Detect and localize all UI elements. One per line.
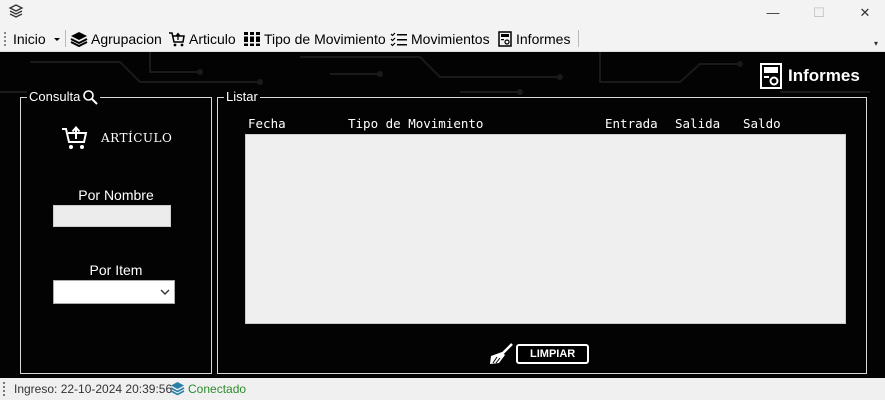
- cart-icon: [169, 31, 185, 46]
- por-nombre-label: Por Nombre: [78, 187, 154, 203]
- menu-separator: [578, 30, 579, 47]
- consulta-legend-text: Consulta: [29, 89, 81, 104]
- listar-legend-text: Listar: [226, 89, 258, 104]
- menu-agrupacion[interactable]: Agrupacion: [70, 25, 162, 52]
- search-icon: [83, 90, 99, 105]
- menu-articulo[interactable]: Articulo: [168, 25, 236, 52]
- column-header-salida[interactable]: Salida: [675, 116, 720, 131]
- title-bar: — ☐ ✕: [0, 0, 885, 25]
- limpiar-button[interactable]: LIMPIAR: [516, 344, 590, 364]
- menu-informes-label: Informes: [516, 30, 571, 47]
- listar-group: Listar Fecha Tipo de Movimiento Entrada …: [217, 89, 867, 374]
- listar-legend: Listar: [224, 89, 260, 105]
- menu-inicio[interactable]: Inicio: [13, 25, 63, 52]
- column-header-entrada[interactable]: Entrada: [605, 116, 658, 131]
- limpiar-control[interactable]: LIMPIAR: [488, 343, 590, 365]
- page-title: Informes: [760, 63, 860, 89]
- report-icon: [498, 30, 512, 47]
- page-title-text: Informes: [788, 66, 860, 85]
- column-header-tipo-movimiento[interactable]: Tipo de Movimiento: [348, 116, 483, 131]
- menu-movimientos[interactable]: Movimientos: [390, 25, 490, 52]
- database-icon: [170, 382, 185, 396]
- por-nombre-input[interactable]: [53, 205, 171, 227]
- checklist-icon: [390, 32, 407, 46]
- broom-icon: [490, 343, 513, 364]
- login-timestamp: Ingreso: 22-10-2024 20:39:56: [14, 382, 173, 396]
- menu-movimientos-label: Movimientos: [411, 30, 490, 47]
- maximize-button[interactable]: ☐: [796, 0, 842, 25]
- toolbar-overflow-icon[interactable]: ▾: [874, 39, 878, 48]
- report-icon: [760, 63, 782, 89]
- articulo-label: ARTÍCULO: [101, 131, 173, 145]
- status-bar: Ingreso: 22-10-2024 20:39:56 Conectado: [0, 378, 885, 400]
- column-header-fecha[interactable]: Fecha: [248, 116, 286, 131]
- menu-separator: [65, 30, 66, 47]
- results-list[interactable]: [245, 134, 846, 324]
- chevron-down-icon: [160, 289, 170, 295]
- menu-informes[interactable]: Informes: [497, 25, 570, 52]
- connection-status: Conectado: [170, 381, 246, 396]
- menu-tipo-movimiento[interactable]: Tipo de Movimiento: [243, 25, 386, 52]
- menu-inicio-label: Inicio: [13, 30, 46, 47]
- app-logo-icon: [8, 4, 24, 18]
- por-item-label: Por Item: [89, 262, 143, 278]
- consulta-group: Consulta ARTÍCULO Por Nombre Por Item: [20, 89, 212, 374]
- menu-articulo-label: Articulo: [189, 30, 236, 47]
- binders-icon: [244, 31, 260, 46]
- column-header-saldo[interactable]: Saldo: [743, 116, 781, 131]
- menu-agrupacion-label: Agrupacion: [91, 30, 162, 47]
- connection-status-text: Conectado: [188, 381, 247, 396]
- layers-icon: [70, 31, 88, 47]
- dropdown-arrow-icon: [53, 37, 60, 41]
- consulta-legend: Consulta: [27, 89, 101, 105]
- main-panel: Informes Consulta ARTÍCULO Por Nombre Po…: [0, 52, 885, 378]
- limpiar-label: LIMPIAR: [530, 348, 576, 360]
- minimize-button[interactable]: —: [750, 0, 796, 25]
- articulo-heading: ARTÍCULO: [61, 126, 172, 150]
- menu-bar: Inicio Agrupacion Articulo Tipo de Movim…: [0, 25, 885, 52]
- por-item-select[interactable]: [53, 280, 175, 304]
- status-grip[interactable]: [3, 382, 5, 396]
- close-button[interactable]: ✕: [842, 0, 885, 25]
- toolbar-grip[interactable]: [4, 32, 6, 46]
- menu-tipo-movimiento-label: Tipo de Movimiento: [264, 30, 386, 47]
- cart-upload-icon: [62, 126, 88, 149]
